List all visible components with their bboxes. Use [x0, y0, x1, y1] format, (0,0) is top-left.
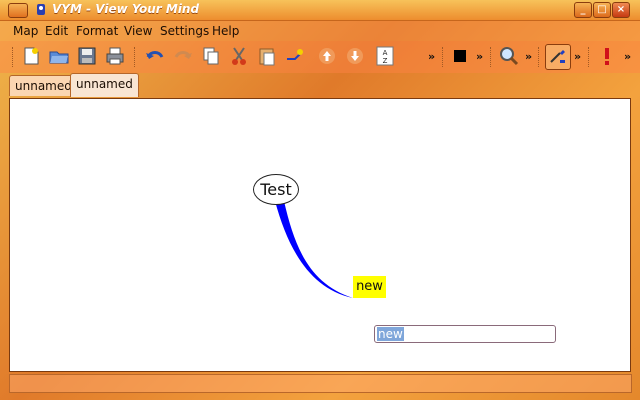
paste-button[interactable]: [256, 45, 278, 67]
paste-icon: [259, 48, 275, 66]
toolbar-grip[interactable]: [12, 47, 16, 67]
move-down-icon: [347, 48, 363, 64]
pick-color-button[interactable]: [545, 44, 571, 70]
save-button[interactable]: [76, 45, 98, 67]
menu-view[interactable]: View: [124, 24, 152, 38]
svg-text:A: A: [383, 49, 388, 57]
pick-color-icon: [550, 50, 565, 63]
print-icon: [106, 47, 124, 65]
window-title: VYM - View Your Mind: [52, 2, 200, 16]
sort-button[interactable]: AZ: [374, 45, 396, 67]
toolbar-grip[interactable]: [490, 47, 494, 67]
sort-icon: AZ: [376, 46, 394, 66]
root-node[interactable]: Test: [253, 174, 299, 205]
menu-map[interactable]: Map: [13, 24, 38, 38]
zoom-icon: [500, 47, 519, 66]
undo-button[interactable]: [144, 45, 166, 67]
move-down-button[interactable]: [344, 45, 366, 67]
flag-exclamation-button[interactable]: [596, 45, 618, 67]
move-up-button[interactable]: [316, 45, 338, 67]
copy-icon: [203, 47, 219, 65]
zoom-button[interactable]: [498, 45, 520, 67]
new-branch-icon: [287, 49, 303, 60]
redo-icon: [174, 51, 192, 59]
close-icon: ×: [616, 4, 626, 15]
color-swatch-icon: [454, 50, 466, 62]
menu-settings[interactable]: Settings: [160, 24, 209, 38]
undo-icon: [146, 51, 164, 59]
copy-button[interactable]: [200, 45, 222, 67]
vym-app-icon: [35, 3, 47, 16]
open-button[interactable]: [48, 45, 70, 67]
toolbar-grip[interactable]: [538, 47, 542, 67]
menu-bar: Map Edit Format View Settings Help: [0, 21, 640, 41]
app-window: VYM - View Your Mind _ □ × Map Edit Form…: [0, 0, 640, 400]
window-menu-button[interactable]: [8, 3, 28, 18]
flag-exclamation-icon: [605, 48, 609, 65]
new-map-button[interactable]: [20, 45, 42, 67]
mindmap-canvas[interactable]: Test new new: [9, 98, 631, 372]
toolbar-overflow-chevron[interactable]: »: [476, 50, 483, 63]
tab-unnamed-2[interactable]: unnamed: [70, 73, 139, 97]
print-button[interactable]: [104, 45, 126, 67]
menu-format[interactable]: Format: [76, 24, 118, 38]
cut-button[interactable]: [228, 45, 250, 67]
redo-button[interactable]: [172, 45, 194, 67]
minimize-icon: _: [580, 4, 586, 15]
move-up-icon: [319, 48, 335, 64]
close-button[interactable]: ×: [612, 2, 630, 18]
toolbar-grip[interactable]: [588, 47, 592, 67]
color-swatch-button[interactable]: [449, 45, 471, 67]
status-bar: [9, 374, 632, 393]
tab-unnamed-1[interactable]: unnamed: [9, 75, 78, 96]
menu-help[interactable]: Help: [212, 24, 239, 38]
toolbar-overflow-chevron[interactable]: »: [525, 50, 532, 63]
cut-icon: [232, 47, 246, 65]
toolbar: AZ » » » » »: [0, 41, 640, 73]
heading-edit-field[interactable]: new: [374, 325, 556, 343]
new-branch-button[interactable]: [284, 45, 306, 67]
toolbar-overflow-chevron[interactable]: »: [624, 50, 631, 63]
toolbar-grip[interactable]: [442, 47, 446, 67]
svg-text:Z: Z: [383, 57, 388, 65]
toolbar-overflow-chevron[interactable]: »: [574, 50, 581, 63]
minimize-button[interactable]: _: [574, 2, 592, 18]
map-tab-bar: unnamed unnamed: [0, 73, 640, 98]
save-icon: [78, 47, 96, 65]
maximize-button[interactable]: □: [593, 2, 611, 18]
heading-edit-selected-text: new: [377, 327, 404, 341]
new-map-icon: [24, 47, 39, 65]
toolbar-grip[interactable]: [134, 47, 138, 67]
maximize-icon: □: [597, 4, 607, 15]
open-icon: [49, 51, 69, 64]
branch-node[interactable]: new: [353, 276, 386, 298]
title-bar[interactable]: VYM - View Your Mind _ □ ×: [0, 0, 640, 21]
toolbar-overflow-chevron[interactable]: »: [428, 50, 435, 63]
menu-edit[interactable]: Edit: [45, 24, 68, 38]
